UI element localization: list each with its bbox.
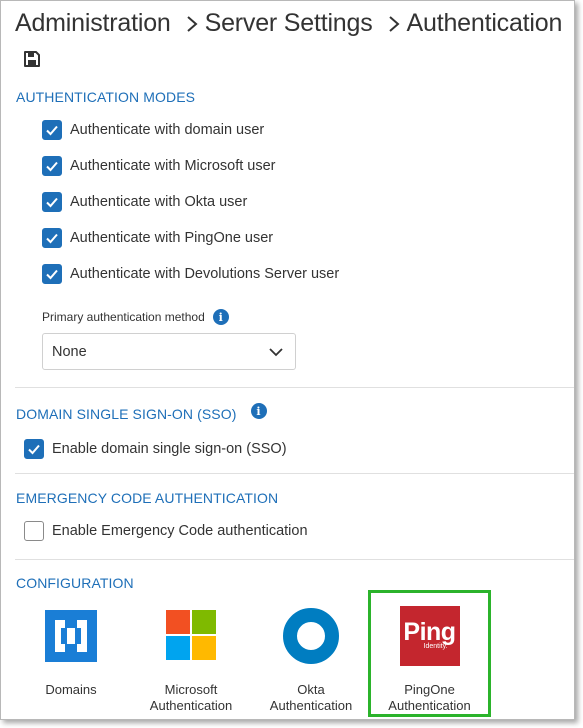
save-icon[interactable] [23,50,41,68]
checkbox-label: Authenticate with Okta user [70,194,248,210]
checkbox-pingone-user[interactable]: Authenticate with PingOne user [42,228,273,248]
breadcrumb-server-settings[interactable]: Server Settings [205,9,373,38]
okta-logo-icon [283,608,339,664]
emergency-code-title: EMERGENCY CODE AUTHENTICATION [16,490,279,506]
checkbox-domain-user[interactable]: Authenticate with domain user [42,120,264,140]
checkbox-label: Authenticate with domain user [70,122,265,138]
domains-icon [45,610,97,662]
checkbox-label: Authenticate with Microsoft user [70,158,276,174]
chevron-right-icon [388,15,400,32]
tile-okta-authentication[interactable]: Okta Authentication [251,596,371,714]
sso-title: DOMAIN SINGLE SIGN-ON (SSO) [16,406,237,422]
info-icon[interactable]: i [250,403,267,419]
tile-label-line2: Authentication [149,698,233,713]
checkbox-enable-emergency-code[interactable]: Enable Emergency Code authentication [24,521,308,541]
breadcrumb-authentication: Authentication [406,9,563,37]
info-icon[interactable]: i [212,309,229,325]
authentication-settings-window: Administration Server Settings Authentic… [0,0,575,720]
sso-section-header: DOMAIN SINGLE SIGN-ON (SSO) i [16,403,267,422]
field-label-text: Primary authentication method [42,310,205,324]
chevron-down-icon [269,347,283,356]
checkbox-enable-domain-sso[interactable]: Enable domain single sign-on (SSO) [24,439,287,459]
section-divider [15,473,574,474]
tile-pingone-authentication[interactable]: Ping Identity. PingOne Authentication [368,590,491,717]
tile-label: Okta Authentication [251,682,371,714]
select-value: None [52,343,87,360]
checkbox-checked-icon[interactable] [24,439,44,459]
tile-label-line2: Authentication [388,698,471,713]
checkbox-label: Authenticate with PingOne user [70,230,274,246]
primary-authentication-method-select[interactable]: None [42,333,296,370]
tile-label: PingOne Authentication [371,682,488,714]
checkbox-label: Enable domain single sign-on (SSO) [52,441,287,457]
checkbox-checked-icon[interactable] [42,264,62,284]
checkbox-okta-user[interactable]: Authenticate with Okta user [42,192,247,212]
ping-logo-subtext: Identity. [423,643,448,650]
breadcrumb-administration[interactable]: Administration [15,9,171,38]
configuration-title: CONFIGURATION [16,575,134,591]
checkbox-label: Enable Emergency Code authentication [52,523,308,539]
section-divider [15,559,574,560]
checkbox-microsoft-user[interactable]: Authenticate with Microsoft user [42,156,276,176]
ping-logo-text: Ping [403,618,456,646]
checkbox-checked-icon[interactable] [42,228,62,248]
checkbox-label: Authenticate with Devolutions Server use… [70,266,340,282]
authentication-modes-title: AUTHENTICATION MODES [16,89,196,105]
microsoft-logo-icon [166,610,216,660]
tile-label-line1: PingOne [404,682,455,697]
tile-label: Microsoft Authentication [131,682,251,714]
checkbox-checked-icon[interactable] [42,120,62,140]
tile-microsoft-authentication[interactable]: Microsoft Authentication [131,596,251,714]
tile-label-line2: Domains [45,682,97,697]
checkbox-devolutions-server-user[interactable]: Authenticate with Devolutions Server use… [42,264,339,284]
tile-label-line1: Microsoft [164,682,218,697]
breadcrumb: Administration Server Settings Authentic… [15,9,562,38]
tile-label: Domains [11,682,131,698]
chevron-right-icon [186,15,198,32]
tile-label-line1: Okta [297,682,325,697]
ping-identity-logo-icon: Ping Identity. [399,606,460,666]
checkbox-checked-icon[interactable] [42,192,62,212]
tile-domains[interactable]: Domains [11,596,131,714]
tile-label-line2: Authentication [269,698,353,713]
checkbox-unchecked-icon[interactable] [24,521,44,541]
primary-authentication-method-label: Primary authentication method i [42,309,229,325]
checkbox-checked-icon[interactable] [42,156,62,176]
section-divider [15,387,574,388]
